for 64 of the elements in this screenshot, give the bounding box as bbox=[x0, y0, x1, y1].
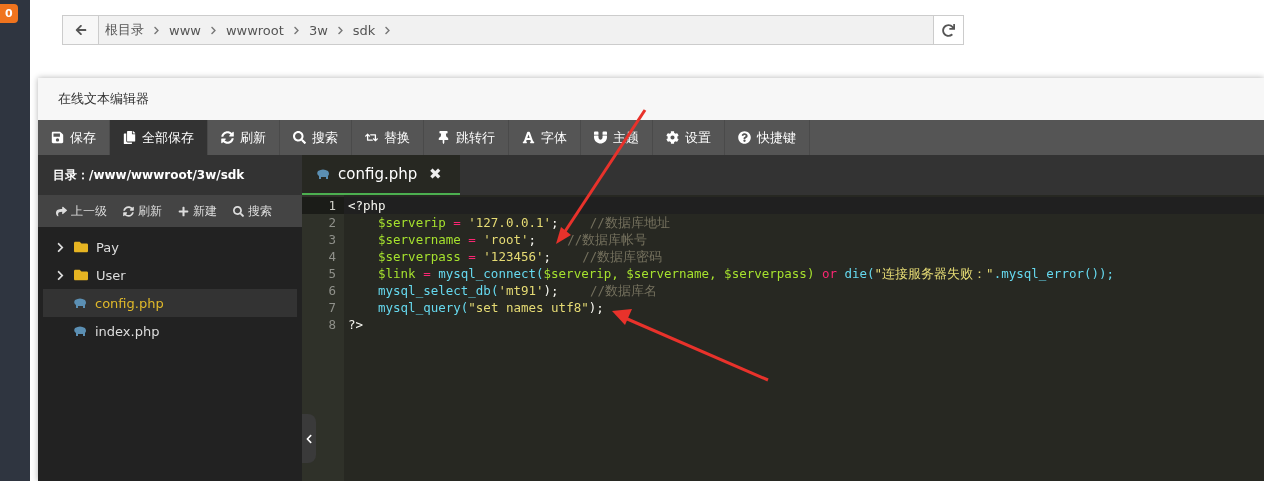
line-number: 4 bbox=[327, 248, 337, 265]
line-number: 8 bbox=[327, 316, 337, 333]
save-icon bbox=[51, 131, 64, 144]
refresh-icon bbox=[942, 23, 955, 37]
line-number: 6 bbox=[327, 282, 337, 299]
code-line: $serverpass = '123456'; //数据库密码 bbox=[377, 248, 664, 265]
code-line: $link = mysql_connect($serverip, $servername, $serverpass) or die("连接服务器失败：".mysql_error()); bbox=[377, 265, 1116, 282]
refresh-button[interactable] bbox=[933, 16, 963, 44]
line-number: 3 bbox=[327, 231, 337, 248]
line-number: 1 bbox=[302, 197, 344, 214]
code-line: $serverip = '127.0.0.1'; //数据库地址 bbox=[377, 214, 671, 231]
breadcrumb-link[interactable]: wwwroot bbox=[225, 22, 284, 38]
replace-icon bbox=[365, 131, 378, 144]
sidebar-action-button[interactable]: 刷新 bbox=[117, 202, 168, 220]
chevron-icon bbox=[208, 25, 218, 35]
breadcrumb-link[interactable]: 3w bbox=[308, 22, 328, 38]
line-number: 5 bbox=[327, 265, 337, 282]
folder-item[interactable]: Pay bbox=[43, 233, 297, 261]
caret-icon bbox=[55, 241, 66, 253]
breadcrumb-link[interactable]: sdk bbox=[352, 22, 376, 38]
code-line: mysql_select_db('mt91'); //数据库名 bbox=[377, 282, 658, 299]
goto-line-icon bbox=[437, 131, 450, 144]
action-icon bbox=[123, 205, 134, 217]
notification-badge: 0 bbox=[0, 4, 18, 23]
back-icon bbox=[74, 24, 87, 36]
close-button[interactable]: ✖ bbox=[425, 165, 447, 183]
file-tab[interactable]: config.php ✖ bbox=[302, 155, 460, 195]
chevron-left-icon bbox=[304, 433, 314, 444]
theme-icon bbox=[594, 131, 607, 144]
breadcrumb-link[interactable]: 根目录 bbox=[105, 21, 144, 39]
chevron-icon bbox=[383, 25, 393, 35]
save-all-icon bbox=[123, 131, 136, 144]
file-item[interactable]: config.php bbox=[43, 289, 297, 317]
code-line: mysql_query("set names utf8"); bbox=[377, 299, 605, 316]
chevron-icon bbox=[335, 25, 345, 35]
file-item[interactable]: index.php bbox=[43, 317, 297, 345]
line-number: 2 bbox=[327, 214, 337, 231]
caret-icon bbox=[55, 269, 66, 281]
breadcrumb-link[interactable]: www bbox=[169, 22, 201, 38]
chevron-icon bbox=[291, 25, 301, 35]
sidebar-action-button[interactable]: 新建 bbox=[172, 202, 223, 220]
code-line: ?> bbox=[347, 316, 365, 333]
collapse-handle[interactable] bbox=[302, 414, 316, 463]
tab-title: config.php bbox=[338, 165, 418, 183]
search-icon bbox=[293, 131, 306, 144]
action-icon bbox=[56, 205, 67, 217]
window-title: 在线文本编辑器 bbox=[57, 90, 150, 108]
sidebar-action-button[interactable]: 搜索 bbox=[227, 202, 278, 220]
folder-icon bbox=[74, 268, 88, 282]
settings-icon bbox=[666, 131, 679, 144]
line-number: 7 bbox=[327, 299, 337, 316]
action-icon bbox=[233, 205, 244, 217]
font-icon bbox=[522, 131, 535, 144]
sidebar-action-button[interactable]: 上一级 bbox=[50, 202, 113, 220]
folder-icon bbox=[74, 240, 88, 254]
back-button[interactable] bbox=[63, 16, 99, 44]
refresh-icon bbox=[221, 131, 234, 144]
save-all-button[interactable]: 全部保存 bbox=[110, 120, 208, 155]
action-icon bbox=[178, 205, 189, 217]
code-line: $servername = 'root'; //数据库帐号 bbox=[377, 231, 649, 248]
shortcuts-icon bbox=[738, 131, 751, 144]
chevron-icon bbox=[152, 25, 161, 35]
folder-item[interactable]: User bbox=[43, 261, 297, 289]
directory-path: 目录：/www/wwwroot/3w/sdk bbox=[53, 166, 245, 184]
